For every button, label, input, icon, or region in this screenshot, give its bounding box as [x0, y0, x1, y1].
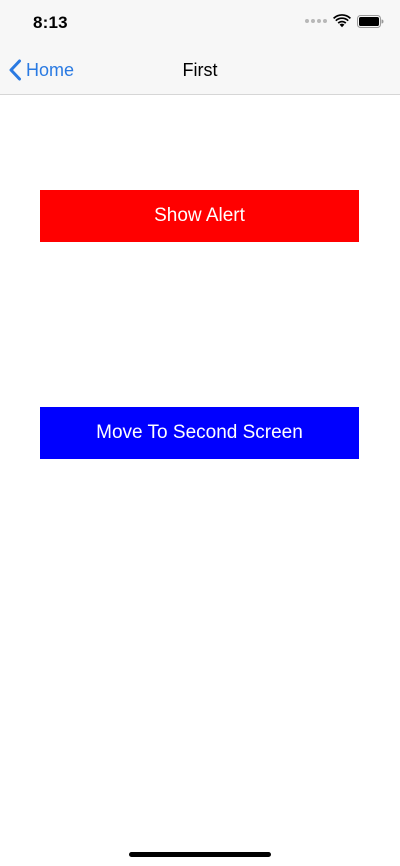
battery-icon — [357, 14, 384, 28]
show-alert-button[interactable]: Show Alert — [40, 190, 359, 242]
status-icons — [305, 14, 384, 28]
nav-title: First — [182, 60, 218, 80]
status-bar: 8:13 — [0, 0, 400, 46]
screen: 8:13 Home First Show Alert Move To Secon… — [0, 0, 400, 866]
move-to-second-screen-button[interactable]: Move To Second Screen — [40, 407, 359, 459]
navigation-bar: Home First — [0, 46, 400, 95]
status-time: 8:13 — [33, 13, 68, 32]
signal-dots-icon — [305, 19, 327, 23]
home-indicator — [129, 852, 271, 857]
wifi-icon — [333, 14, 351, 28]
